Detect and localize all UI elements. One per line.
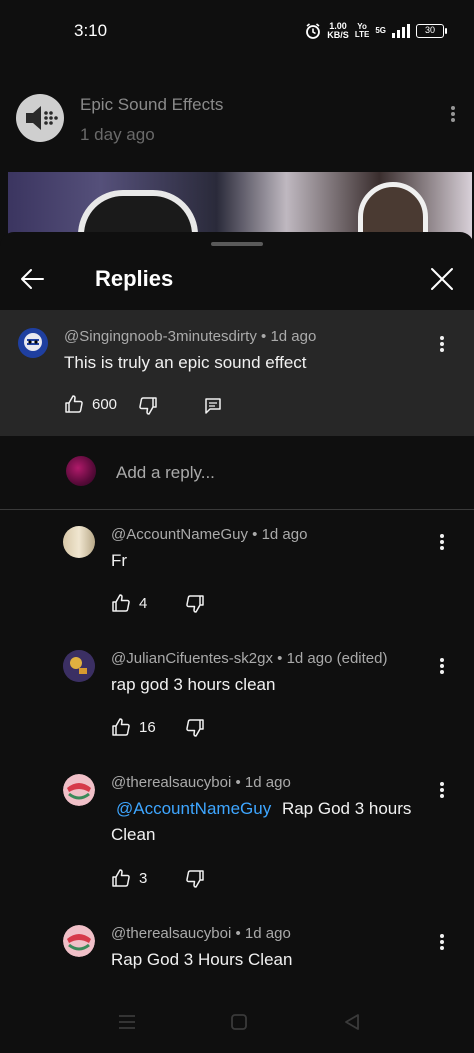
comment-text-line2: Clean xyxy=(111,825,156,844)
alarm-icon xyxy=(306,23,321,39)
post-more-icon[interactable] xyxy=(446,104,460,124)
more-vert-icon[interactable] xyxy=(435,334,449,354)
comment-meta: @Singingnoob-3minutesdirty • 1d ago xyxy=(64,328,316,345)
avatar-image-icon xyxy=(63,774,95,806)
status-time: 3:10 xyxy=(74,21,108,40)
thumbs-down-icon[interactable] xyxy=(185,594,205,614)
recents-icon[interactable] xyxy=(118,1013,136,1031)
comment-text: This is truly an epic sound effect xyxy=(64,353,307,372)
reply-icon[interactable] xyxy=(204,397,222,415)
avatar[interactable] xyxy=(63,526,95,558)
like-count: 4 xyxy=(139,594,148,612)
comment-text-line1: Rap God 3 hours xyxy=(281,799,412,818)
thumbs-down-icon[interactable] xyxy=(138,396,158,416)
meta-separator: • xyxy=(235,925,241,942)
comment-age: 1d ago xyxy=(244,774,291,791)
add-reply-input[interactable]: Add a reply... xyxy=(116,463,215,483)
comment-author[interactable]: @AccountNameGuy xyxy=(111,526,248,543)
close-icon[interactable] xyxy=(428,265,456,293)
more-vert-icon[interactable] xyxy=(435,780,449,800)
avatar[interactable] xyxy=(63,650,95,682)
comment-meta: @JulianCifuentes-sk2gx • 1d ago (edited) xyxy=(111,650,387,667)
channel-avatar[interactable] xyxy=(16,94,64,142)
avatar[interactable] xyxy=(63,774,95,806)
like-count: 600 xyxy=(92,395,118,413)
like-button[interactable]: 3 xyxy=(111,868,147,888)
comment-meta: @therealsaucyboi • 1d ago xyxy=(111,774,291,791)
battery-icon: 30 xyxy=(416,24,447,38)
background-post-header xyxy=(0,54,474,172)
comment-text: @AccountNameGuy Rap God 3 hours xyxy=(111,796,441,822)
comment-age: 1d ago xyxy=(270,328,317,345)
replies-sheet: Replies @Singingnoob-3minutesdirty • 1d … xyxy=(0,232,474,1053)
thumbs-down-icon[interactable] xyxy=(185,718,205,738)
like-button[interactable]: 16 xyxy=(111,717,156,737)
avatar-image-icon xyxy=(18,328,48,358)
status-icons: 1.00 KB/S Yo LTE 5G 30 xyxy=(305,22,447,40)
thumbs-up-icon xyxy=(112,594,130,612)
net-speed-unit: KB/S xyxy=(327,30,349,40)
meta-separator: • xyxy=(252,526,258,543)
status-bar: 3:10 1.00 KB/S Yo LTE 5G 30 xyxy=(0,0,474,54)
comment-author[interactable]: @JulianCifuentes-sk2gx xyxy=(111,650,273,667)
avatar xyxy=(66,456,96,486)
thumbs-up-icon xyxy=(112,718,130,736)
mention-link[interactable]: @AccountNameGuy xyxy=(116,799,271,818)
comment-age: 1d ago (edited) xyxy=(286,650,388,667)
channel-name[interactable]: Epic Sound Effects xyxy=(80,95,223,115)
comment-meta: @therealsaucyboi • 1d ago xyxy=(111,925,291,942)
nav-back-icon[interactable] xyxy=(343,1013,361,1031)
comment-text: rap god 3 hours clean xyxy=(111,675,276,694)
parent-comment: @Singingnoob-3minutesdirty • 1d ago This… xyxy=(0,310,474,436)
drag-handle[interactable] xyxy=(211,242,263,246)
meta-separator: • xyxy=(261,328,267,345)
signal-icon xyxy=(392,24,410,38)
like-count: 3 xyxy=(139,869,148,887)
meta-separator: • xyxy=(277,650,283,667)
comment-author[interactable]: @Singingnoob-3minutesdirty xyxy=(64,328,257,345)
avatar[interactable] xyxy=(63,925,95,957)
arrow-left-icon[interactable] xyxy=(18,265,46,293)
thumbs-up-icon xyxy=(65,395,83,413)
comment-author[interactable]: @therealsaucyboi xyxy=(111,774,231,791)
comment-age: 1d ago xyxy=(261,526,308,543)
comment-age: 1d ago xyxy=(244,925,291,942)
thumbs-up-icon xyxy=(112,869,130,887)
comment-author[interactable]: @therealsaucyboi xyxy=(111,925,231,942)
comment-meta: @AccountNameGuy • 1d ago xyxy=(111,526,307,543)
more-vert-icon[interactable] xyxy=(435,932,449,952)
more-vert-icon[interactable] xyxy=(435,656,449,676)
net-speed: 1.00 KB/S xyxy=(327,22,349,40)
like-button[interactable]: 4 xyxy=(111,593,147,613)
avatar-image-icon xyxy=(63,925,95,957)
thumbs-down-icon[interactable] xyxy=(185,869,205,889)
speaker-icon xyxy=(26,106,58,130)
more-vert-icon[interactable] xyxy=(435,532,449,552)
volte-bottom: LTE xyxy=(354,30,370,39)
like-count: 16 xyxy=(139,718,156,736)
add-reply-row[interactable]: Add a reply... xyxy=(0,436,474,510)
like-button[interactable]: 600 xyxy=(64,394,117,414)
battery-level: 30 xyxy=(424,25,435,35)
meta-separator: • xyxy=(235,774,241,791)
volte-indicator: Yo LTE xyxy=(355,23,370,39)
comment-text: Fr xyxy=(111,551,128,570)
avatar[interactable] xyxy=(18,328,48,358)
avatar-image-icon xyxy=(63,650,95,682)
network-type: 5G xyxy=(375,26,386,35)
system-nav-bar xyxy=(0,995,474,1053)
sheet-title: Replies xyxy=(95,266,174,291)
comment-text: Rap God 3 Hours Clean xyxy=(111,950,293,969)
home-icon[interactable] xyxy=(230,1013,248,1031)
post-age: 1 day ago xyxy=(80,125,155,144)
